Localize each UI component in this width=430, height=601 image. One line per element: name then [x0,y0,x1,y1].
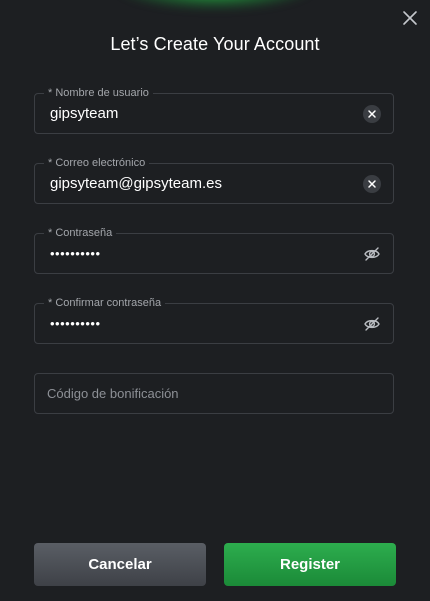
close-icon[interactable] [400,8,420,28]
dialog-title: Let’s Create Your Account [110,34,320,54]
password-field[interactable]: * Contraseña •••••••••• [34,226,394,274]
clear-icon[interactable] [363,175,381,193]
confirm-password-field[interactable]: * Confirmar contraseña •••••••••• [34,296,394,344]
eye-off-icon[interactable] [363,315,381,333]
email-field[interactable]: * Correo electrónico gipsyteam@gipsyteam… [34,156,394,204]
create-account-dialog: Let’s Create Your Account * Nombre de us… [0,0,430,601]
username-field[interactable]: * Nombre de usuario gipsyteam [34,86,394,134]
register-button[interactable]: Register [224,543,396,586]
cancel-button[interactable]: Cancelar [34,543,206,586]
header-glow [115,0,315,10]
bonus-code-placeholder: Código de bonificación [47,386,179,401]
username-value: gipsyteam [50,105,119,122]
confirm-password-value: •••••••••• [50,316,101,331]
clear-icon[interactable] [363,105,381,123]
email-value: gipsyteam@gipsyteam.es [50,175,222,192]
eye-off-icon[interactable] [363,245,381,263]
bonus-code-field[interactable]: Código de bonificación [34,373,394,414]
password-value: •••••••••• [50,246,101,261]
